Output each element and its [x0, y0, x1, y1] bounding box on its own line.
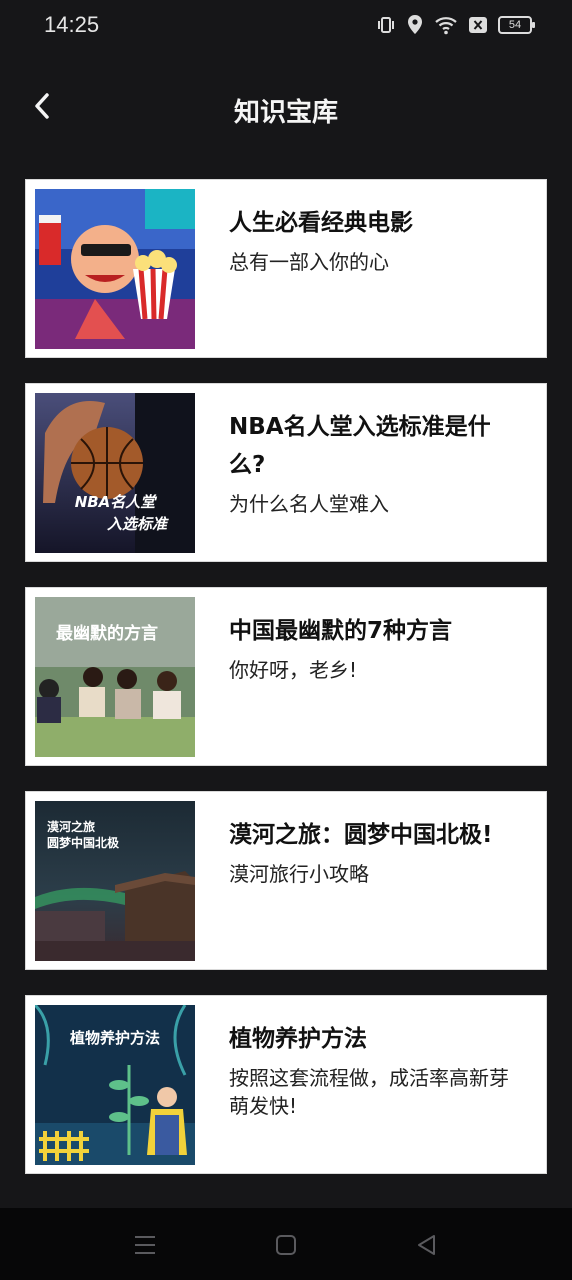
article-card-nba[interactable]: NBA名人堂 入选标准 NBA名人堂入选标准是什么? 为什么名人堂难入	[25, 383, 547, 562]
article-card-movies[interactable]: 人生必看经典电影 总有一部入你的心	[25, 179, 547, 358]
article-subtitle: 按照这套流程做，成活率高新芽萌发快!	[229, 1066, 509, 1118]
home-button[interactable]	[271, 1230, 301, 1260]
battery-icon: 54	[498, 16, 535, 34]
article-text: 中国最幽默的7种方言 你好呀，老乡!	[229, 612, 519, 684]
article-title: 植物养护方法	[229, 1026, 367, 1052]
page-title: 知识宝库	[233, 98, 338, 128]
article-thumbnail-movies	[35, 189, 195, 349]
thumb-caption-mohe-line1: 漠河之旅	[47, 819, 95, 834]
vibrate-icon	[376, 15, 396, 35]
article-title: 人生必看经典电影	[229, 210, 413, 236]
article-card-dialect[interactable]: 最幽默的方言 中国最幽默的7种方言 你好呀，老乡!	[25, 587, 547, 766]
header: 知识宝库	[0, 76, 572, 140]
article-text: 植物养护方法 按照这套流程做，成活率高新芽萌发快!	[229, 1020, 519, 1120]
close-box-icon	[468, 16, 488, 34]
thumb-caption-nba-line1: NBA名人堂	[75, 493, 158, 511]
article-text: 人生必看经典电影 总有一部入你的心	[229, 204, 519, 276]
article-title: NBA名人堂入选标准是什么?	[229, 414, 491, 478]
location-icon	[406, 14, 424, 36]
article-thumbnail-plants: 植物养护方法	[35, 1005, 195, 1165]
article-subtitle: 你好呀，老乡!	[229, 658, 358, 682]
article-title: 漠河之旅：圆梦中国北极!	[229, 822, 493, 848]
system-nav-bar	[0, 1208, 572, 1280]
menu-button[interactable]	[130, 1230, 160, 1260]
article-text: 漠河之旅：圆梦中国北极! 漠河旅行小攻略	[229, 816, 519, 888]
status-time: 14:25	[44, 12, 100, 37]
article-thumbnail-dialect: 最幽默的方言	[35, 597, 195, 757]
wifi-icon	[434, 15, 458, 35]
article-card-mohe[interactable]: 漠河之旅 圆梦中国北极 漠河之旅：圆梦中国北极! 漠河旅行小攻略	[25, 791, 547, 970]
article-thumbnail-nba: NBA名人堂 入选标准	[35, 393, 195, 553]
article-title: 中国最幽默的7种方言	[229, 618, 453, 644]
article-subtitle: 为什么名人堂难入	[229, 492, 389, 516]
system-back-button[interactable]	[412, 1230, 442, 1260]
article-thumbnail-mohe: 漠河之旅 圆梦中国北极	[35, 801, 195, 961]
article-subtitle: 漠河旅行小攻略	[229, 862, 369, 886]
back-triangle-icon	[412, 1235, 442, 1264]
thumb-caption-nba-line2: 入选标准	[107, 515, 169, 533]
thumb-caption-mohe-line2: 圆梦中国北极	[47, 835, 120, 850]
thumb-caption-dialect: 最幽默的方言	[56, 623, 158, 644]
article-card-plants[interactable]: 植物养护方法 植物养护方法 按照这套流程做，成活率高新芽萌发快!	[25, 995, 547, 1174]
article-text: NBA名人堂入选标准是什么? 为什么名人堂难入	[229, 408, 519, 518]
article-subtitle: 总有一部入你的心	[229, 250, 389, 274]
menu-icon	[130, 1236, 160, 1264]
status-icons: 54	[376, 14, 535, 36]
status-bar: 14:25 54	[0, 0, 572, 52]
thumb-caption-plant: 植物养护方法	[70, 1029, 160, 1047]
home-square-icon	[271, 1235, 301, 1264]
